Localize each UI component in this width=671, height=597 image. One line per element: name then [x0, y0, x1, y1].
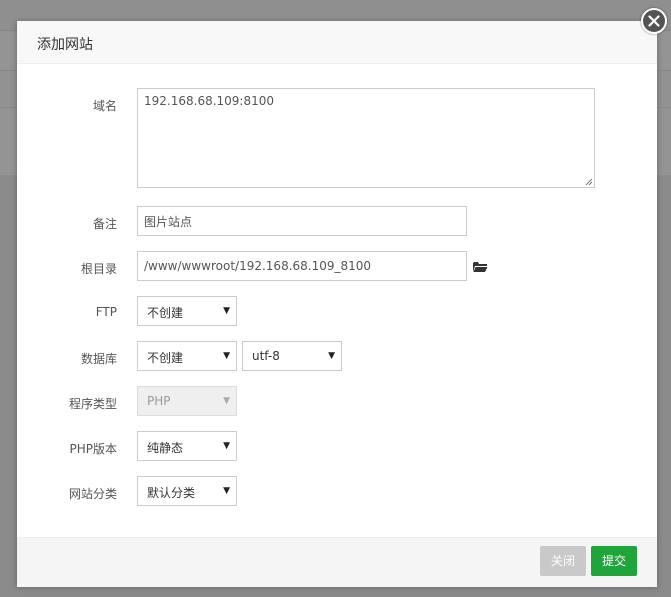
- database-label: 数据库: [80, 352, 117, 366]
- caret-down-icon: ▼: [223, 441, 230, 451]
- remark-label: 备注: [92, 217, 117, 231]
- caret-down-icon: ▼: [223, 306, 230, 316]
- category-label: 网站分类: [68, 487, 117, 501]
- folder-open-icon[interactable]: [472, 261, 488, 273]
- caret-down-icon: ▼: [328, 351, 335, 361]
- domain-input[interactable]: 192.168.68.109:8100: [137, 88, 595, 188]
- domain-field-wrap: 192.168.68.109:8100: [137, 88, 595, 188]
- ftp-select[interactable]: 不创建 ▼: [137, 296, 237, 326]
- php-version-select[interactable]: 纯静态 ▼: [137, 431, 237, 461]
- dialog-close-button[interactable]: [641, 8, 667, 34]
- php-version-select-value: 纯静态: [147, 441, 184, 455]
- category-select[interactable]: 默认分类 ▼: [137, 476, 237, 506]
- domain-label: 域名: [92, 99, 117, 113]
- submit-button[interactable]: 提交: [591, 546, 637, 576]
- dialog-title: 添加网站: [37, 37, 93, 53]
- ftp-label: FTP: [95, 305, 117, 319]
- caret-down-icon: ▼: [223, 396, 230, 406]
- php-version-label: PHP版本: [69, 442, 118, 456]
- add-site-dialog: 添加网站 域名 192.168.68.109:8100 备注 根目录 FTP 不…: [17, 21, 657, 587]
- charset-select[interactable]: utf-8 ▼: [242, 341, 342, 371]
- database-select-value: 不创建: [147, 351, 184, 365]
- category-select-value: 默认分类: [147, 486, 196, 500]
- root-dir-label: 根目录: [80, 262, 117, 276]
- dialog-footer: 关闭 提交: [17, 537, 657, 587]
- program-type-select: PHP ▼: [137, 386, 237, 416]
- root-dir-input[interactable]: [137, 251, 467, 281]
- close-icon: [648, 15, 660, 27]
- database-select[interactable]: 不创建 ▼: [137, 341, 237, 371]
- caret-down-icon: ▼: [223, 351, 230, 361]
- ftp-select-value: 不创建: [147, 306, 184, 320]
- charset-select-value: utf-8: [252, 349, 280, 363]
- program-type-select-value: PHP: [147, 394, 171, 408]
- close-button[interactable]: 关闭: [540, 546, 586, 576]
- program-type-label: 程序类型: [68, 397, 117, 411]
- resize-grip-icon[interactable]: [585, 178, 593, 186]
- caret-down-icon: ▼: [223, 486, 230, 496]
- dialog-header: 添加网站: [17, 21, 657, 64]
- remark-input[interactable]: [137, 206, 467, 236]
